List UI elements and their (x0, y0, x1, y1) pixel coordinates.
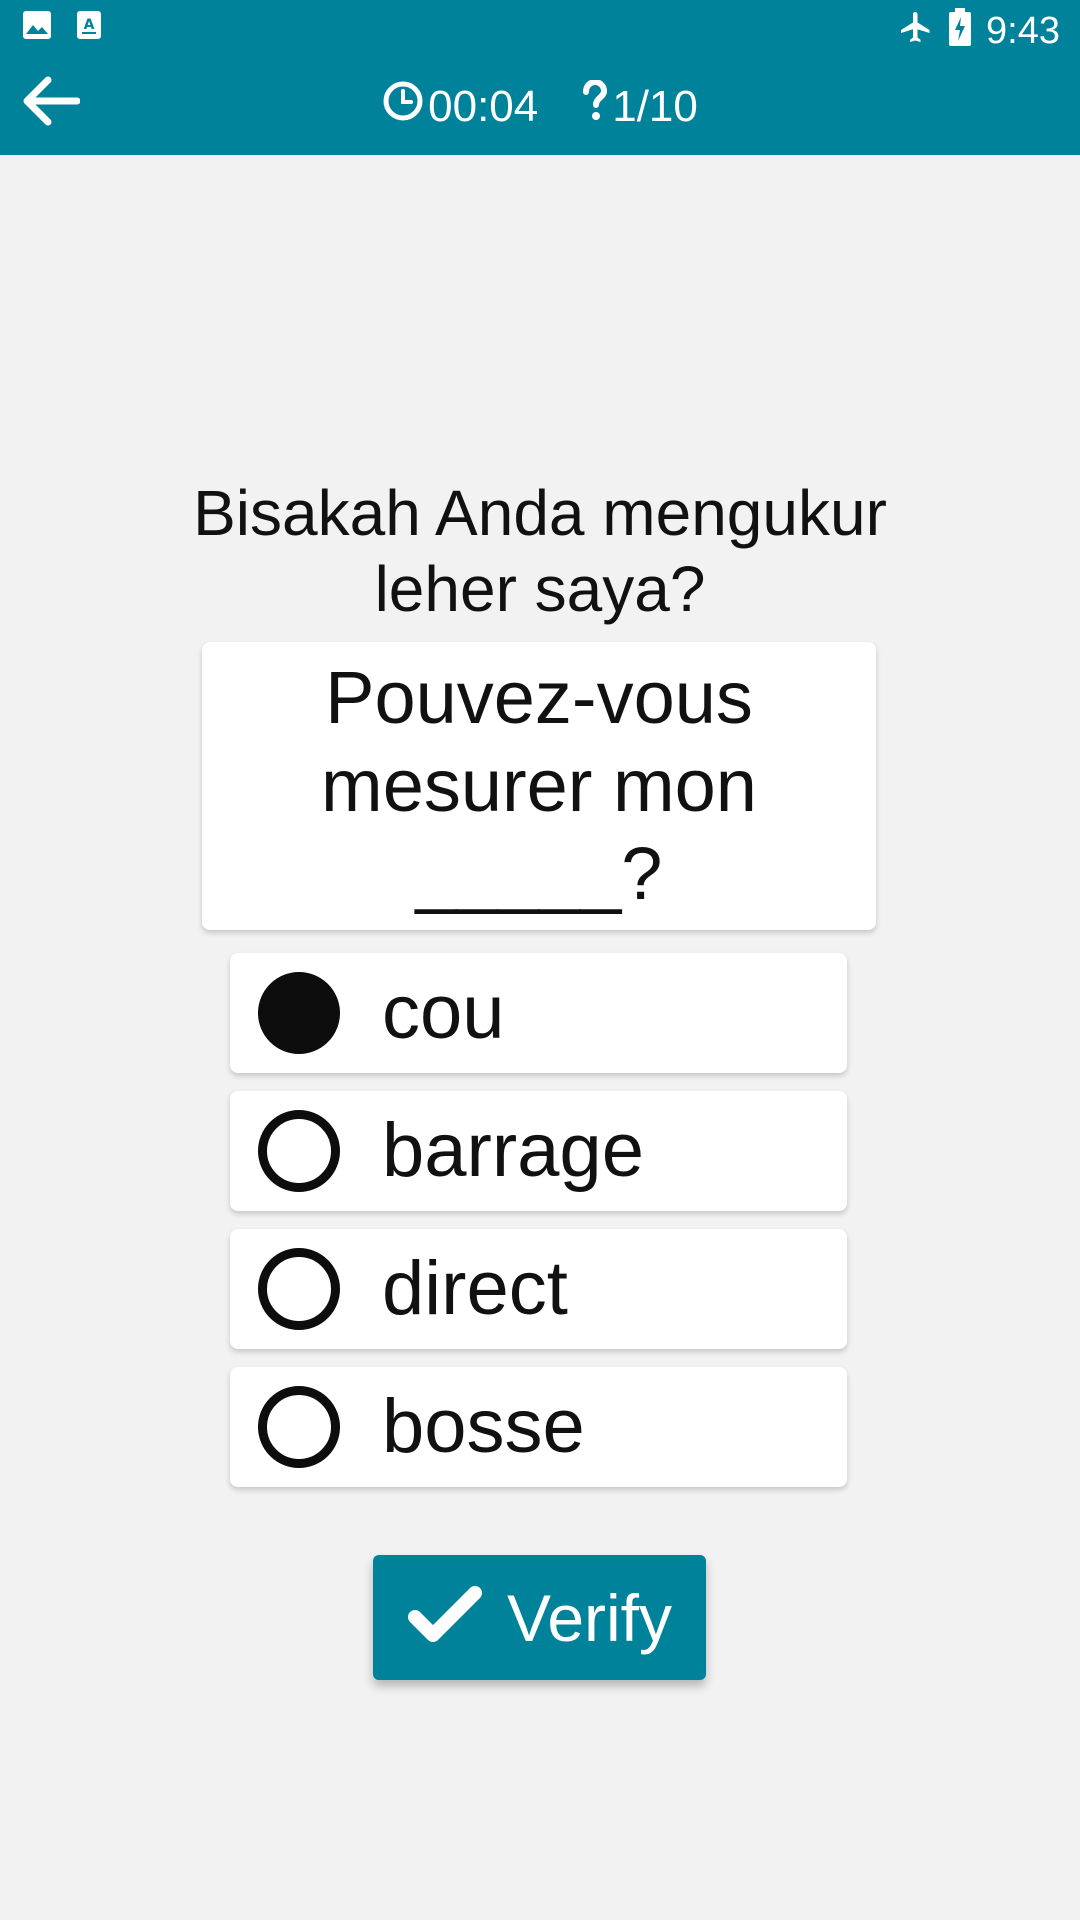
quiz-status: 00:04 1/10 (0, 78, 1080, 133)
question-counter: 1/10 (582, 78, 698, 133)
answer-option-label: barrage (382, 1108, 644, 1193)
clock-icon (382, 80, 424, 133)
answer-option[interactable]: barrage (230, 1091, 847, 1211)
status-time: 9:43 (986, 10, 1060, 52)
app-bar: A 9:43 00:04 1/10 (0, 0, 1080, 155)
verify-button[interactable]: Verify (373, 1555, 706, 1680)
answer-option[interactable]: bosse (230, 1367, 847, 1487)
question-text: Bisakah Anda mengukur leher saya? (193, 477, 887, 625)
answer-option-label: direct (382, 1246, 568, 1331)
answer-option-label: cou (382, 970, 505, 1055)
airplane-mode-icon (898, 9, 934, 54)
prompt-sentence: Pouvez-vous mesurer mon _____? (321, 656, 757, 915)
answer-option-label: bosse (382, 1384, 585, 1469)
status-bar-notifications: A (22, 10, 104, 45)
image-icon (22, 10, 52, 45)
answer-options: cou barrage direct bosse (230, 953, 847, 1505)
checkmark-icon (407, 1585, 483, 1650)
answer-option[interactable]: direct (230, 1229, 847, 1349)
prompt-card: Pouvez-vous mesurer mon _____? (202, 642, 876, 930)
verify-button-label: Verify (506, 1580, 673, 1655)
app-store-icon: A (74, 10, 104, 45)
timer-value: 00:04 (428, 81, 539, 131)
quiz-screen: A 9:43 00:04 1/10 Bisakah Anda mengukur … (0, 0, 1080, 1920)
radio-unselected-icon[interactable] (258, 1248, 340, 1330)
svg-text:A: A (84, 17, 95, 33)
question-progress: 1/10 (612, 81, 698, 131)
battery-charging-icon (948, 8, 972, 55)
radio-unselected-icon[interactable] (258, 1110, 340, 1192)
radio-unselected-icon[interactable] (258, 1386, 340, 1468)
status-bar-system: 9:43 (898, 8, 1060, 55)
question-mark-icon (582, 78, 608, 133)
answer-option[interactable]: cou (230, 953, 847, 1073)
radio-selected-icon[interactable] (258, 972, 340, 1054)
timer: 00:04 (382, 80, 538, 133)
